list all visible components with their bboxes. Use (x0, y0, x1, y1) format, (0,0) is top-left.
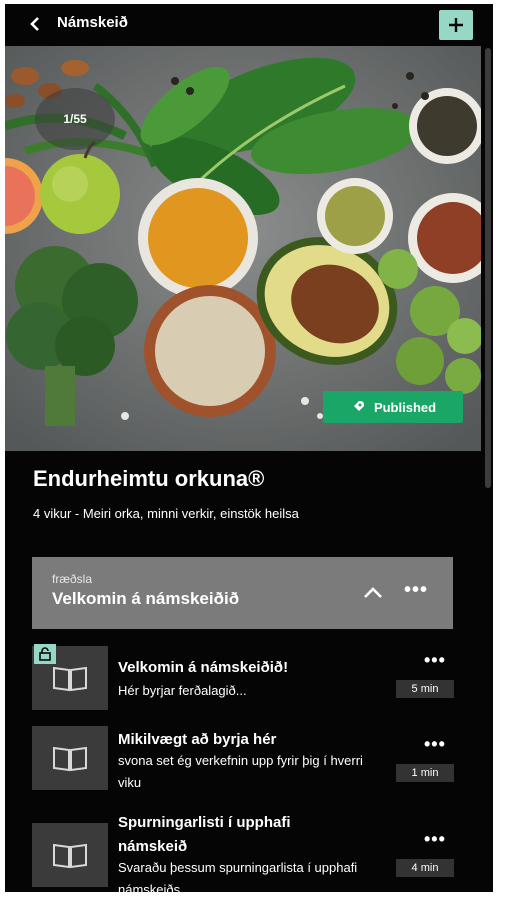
lesson-description: Svaraðu þessum spurningarlista í upphafi… (118, 860, 358, 892)
course-subtitle: 4 vikur - Meiri orka, minni verkir, eins… (33, 506, 299, 521)
book-icon (53, 666, 87, 692)
rocket-icon (352, 401, 364, 412)
plus-icon (449, 18, 463, 32)
lesson-title: Mikilvægt að byrja hér (118, 731, 277, 748)
book-icon (53, 843, 87, 869)
more-icon[interactable]: ••• (424, 650, 446, 671)
section-label: fræðsla (52, 572, 93, 586)
collapse-button[interactable] (362, 585, 384, 601)
duration-badge: 1 min (396, 764, 454, 782)
lesson-description: Hér byrjar ferðalagið... (118, 683, 247, 698)
section-title: Velkomin á námskeiðið (52, 589, 240, 608)
unlock-badge (34, 644, 56, 664)
lesson-thumbnail (32, 823, 108, 887)
more-icon[interactable]: ••• (404, 579, 428, 602)
more-icon[interactable]: ••• (424, 734, 446, 755)
lesson-description: svona set ég verkefnin upp fyrir þig í h… (118, 753, 363, 790)
page-title: Námskeið (57, 14, 128, 31)
book-icon (53, 746, 87, 772)
duration-badge: 5 min (396, 680, 454, 698)
lesson-item[interactable]: Velkomin á námskeiðið! Hér byrjar ferðal… (32, 644, 454, 726)
more-icon[interactable]: ••• (424, 829, 446, 850)
lesson-title: Velkomin á námskeiðið! (118, 659, 289, 676)
lesson-item[interactable]: Mikilvægt að byrja hér svona set ég verk… (32, 726, 454, 806)
published-label: Published (373, 399, 437, 415)
published-badge[interactable]: Published (323, 391, 463, 423)
section-header[interactable]: fræðsla Velkomin á námskeiðið ••• (32, 557, 453, 629)
app-screen: Námskeið 1/55 Published Endurheimtu orku… (5, 4, 493, 892)
duration-badge: 4 min (396, 859, 454, 877)
course-cover-image: 1/55 Published (5, 46, 481, 451)
unlock-icon (39, 647, 51, 661)
chevron-left-icon (30, 17, 39, 31)
scrollbar[interactable] (485, 48, 491, 488)
course-title: Endurheimtu orkuna® (33, 466, 265, 491)
lesson-title: Spurningarlisti í upphafi námskeið (118, 814, 291, 855)
top-bar: Námskeið (5, 4, 493, 44)
back-button[interactable] (27, 16, 43, 32)
lesson-thumbnail (32, 726, 108, 790)
image-counter: 1/55 (35, 88, 115, 150)
add-button[interactable] (439, 10, 473, 40)
chevron-up-icon (364, 587, 382, 598)
lesson-item[interactable]: Spurningarlisti í upphafi námskeið Svara… (32, 814, 454, 892)
